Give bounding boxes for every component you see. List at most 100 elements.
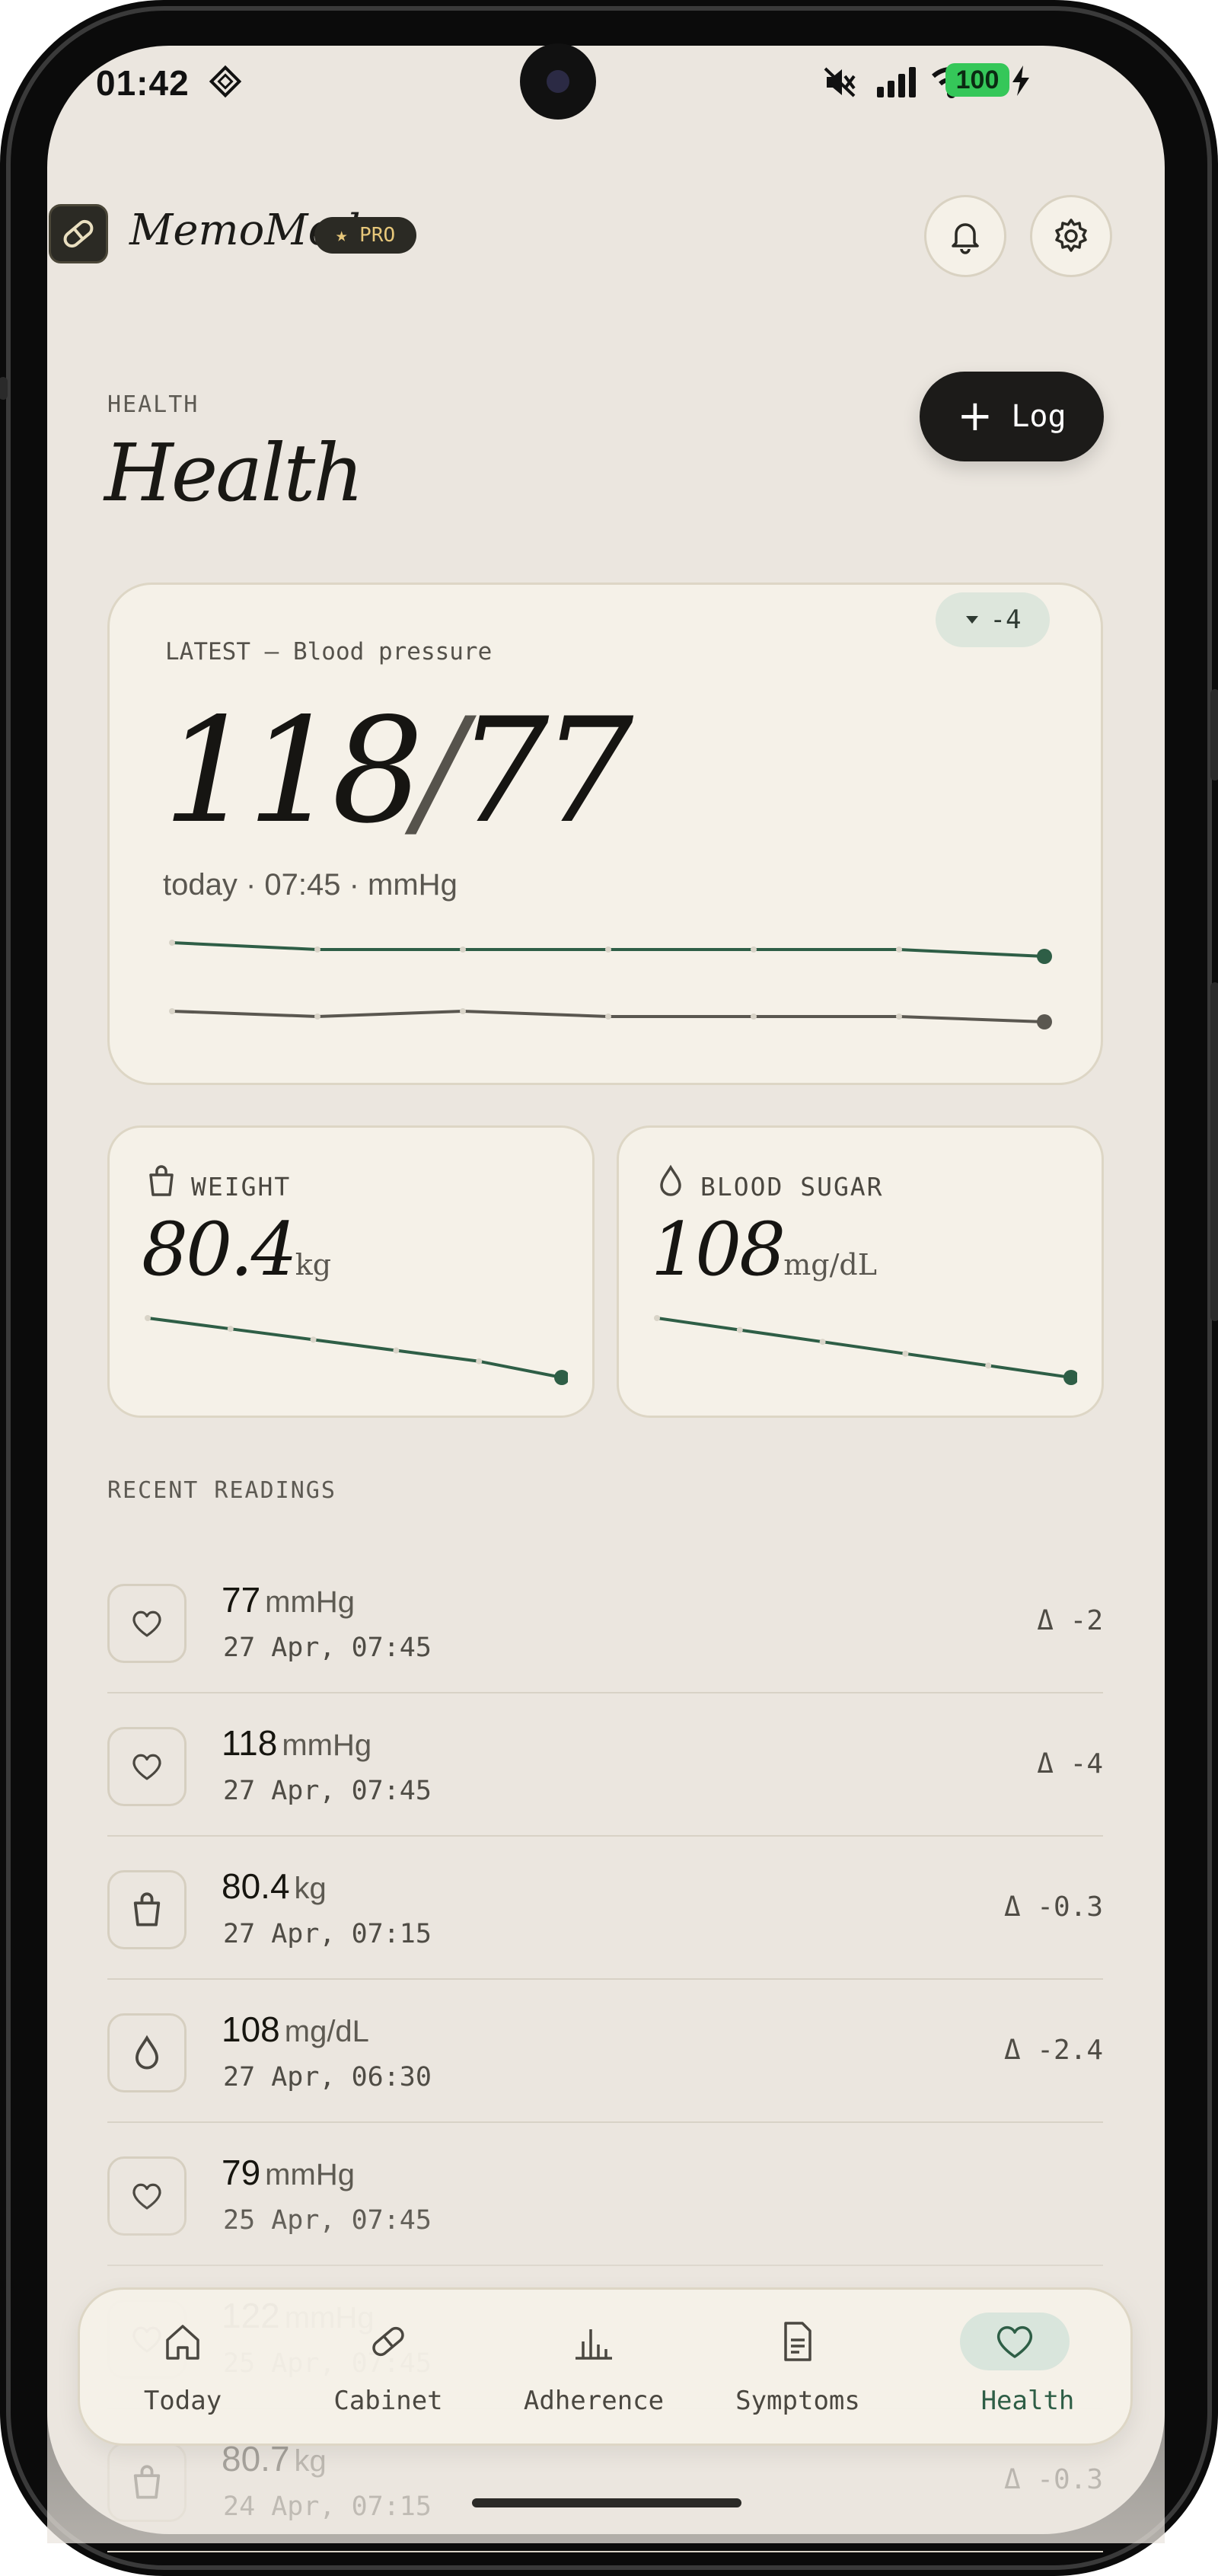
reading-icon-box xyxy=(107,1727,187,1806)
trend-point xyxy=(227,1326,234,1333)
weight-value: 80.4kg xyxy=(142,1213,331,1286)
trend-point xyxy=(476,1358,483,1365)
trend-point xyxy=(896,1013,902,1020)
weight-trend-chart xyxy=(145,1315,568,1385)
signal-icon xyxy=(877,67,916,97)
diastolic-value: 77 xyxy=(457,687,634,855)
drop-icon xyxy=(660,1164,681,1196)
reading-icon-box xyxy=(107,1870,187,1949)
systolic-value: 118 xyxy=(163,687,424,855)
reading-icon-box xyxy=(107,1584,187,1663)
action-button xyxy=(1210,689,1218,780)
heart-icon xyxy=(129,1748,165,1785)
log-label: Log xyxy=(1011,399,1067,434)
recent-heading: RECENT READINGS xyxy=(107,1477,336,1504)
trend-point xyxy=(393,1347,400,1354)
value-slash: / xyxy=(416,687,465,855)
reading-unit: mg/dL xyxy=(284,2015,369,2048)
trend-point xyxy=(985,1362,992,1369)
reading-time: 24 Apr, 07:15 xyxy=(223,2491,432,2522)
tab-label: Health xyxy=(980,2386,1075,2416)
notifications-button[interactable] xyxy=(924,195,1006,277)
diamond-icon xyxy=(209,65,242,98)
reading-unit: kg xyxy=(294,2444,327,2478)
drop-icon xyxy=(130,2035,164,2071)
reading-row[interactable]: 118 mmHg 27 Apr, 07:45 Δ -4 xyxy=(107,1693,1103,1837)
reading-value: 77 mmHg xyxy=(222,1579,355,1620)
trend-point xyxy=(605,1013,611,1020)
trend-point xyxy=(460,1008,466,1014)
sugar-value: 108mg/dL xyxy=(651,1213,877,1286)
trend-line xyxy=(656,1317,1072,1379)
latest-meta: today · 07:45 · mmHg xyxy=(163,868,458,902)
tab-symptoms[interactable]: Symptoms xyxy=(703,2290,893,2448)
page-eyebrow: HEALTH xyxy=(107,391,199,418)
reading-delta: Δ -0.3 xyxy=(1003,2464,1103,2495)
tab-health[interactable]: Health xyxy=(907,2290,1097,2448)
plus-icon: + xyxy=(957,391,993,441)
reading-row[interactable]: 77 mmHg 27 Apr, 07:45 Δ -2 xyxy=(107,1550,1103,1693)
scale-bag-icon xyxy=(130,1891,164,1928)
heart-icon xyxy=(129,2178,165,2214)
bar-chart-icon xyxy=(576,2329,612,2360)
reading-value: 118 mmHg xyxy=(222,1722,371,1764)
trend-point xyxy=(751,946,757,953)
gear-icon xyxy=(1055,219,1087,252)
settings-button[interactable] xyxy=(1030,195,1112,277)
reading-time: 27 Apr, 06:30 xyxy=(223,2062,432,2092)
bottom-tab-bar: Today Cabinet Adherence Symptoms Health xyxy=(78,2287,1133,2446)
trend-point xyxy=(654,1315,660,1321)
reading-time: 25 Apr, 07:45 xyxy=(223,2205,432,2236)
reading-delta: Δ -0.3 xyxy=(1003,1891,1103,1923)
reading-number: 118 xyxy=(222,1723,278,1763)
trend-point xyxy=(736,1326,743,1333)
app-logo xyxy=(49,204,108,263)
tab-cabinet[interactable]: Cabinet xyxy=(293,2290,483,2448)
trend-point xyxy=(169,940,175,946)
tab-adherence[interactable]: Adherence xyxy=(499,2290,689,2448)
reading-icon-box xyxy=(107,2013,187,2092)
weight-card[interactable]: WEIGHT 80.4kg xyxy=(107,1125,595,1418)
reading-row[interactable]: 79 mmHg 25 Apr, 07:45 xyxy=(107,2123,1103,2266)
pill-icon xyxy=(372,2326,404,2357)
weight-label: WEIGHT xyxy=(191,1172,292,1202)
home-indicator[interactable] xyxy=(472,2498,741,2507)
reading-unit: mmHg xyxy=(282,1729,372,1762)
mute-icon xyxy=(824,67,856,97)
latest-point xyxy=(1037,1014,1052,1029)
reading-value: 108 mg/dL xyxy=(222,2009,369,2050)
reading-unit: mmHg xyxy=(265,2158,355,2191)
reading-delta: Δ -4 xyxy=(1037,1748,1103,1780)
status-time: 01:42 xyxy=(96,63,190,103)
tab-label: Adherence xyxy=(523,2386,665,2416)
reading-row[interactable]: 80.4 kg 27 Apr, 07:15 Δ -0.3 xyxy=(107,1837,1103,1980)
pro-badge[interactable]: ★ PRO xyxy=(314,217,416,254)
star-icon: ★ xyxy=(335,224,348,247)
trend-point xyxy=(310,1336,317,1343)
reading-icon-box xyxy=(107,2443,187,2522)
blood-sugar-card[interactable]: BLOOD SUGAR 108mg/dL xyxy=(617,1125,1104,1418)
heart-icon xyxy=(996,2325,1033,2358)
reading-unit: mmHg xyxy=(265,1585,355,1619)
reading-row[interactable]: 108 mg/dL 27 Apr, 06:30 Δ -2.4 xyxy=(107,1980,1103,2123)
tab-label: Today xyxy=(143,2386,222,2416)
trend-line xyxy=(147,1317,563,1379)
scale-bag-icon xyxy=(130,2464,164,2501)
weight-unit: kg xyxy=(295,1248,332,1282)
log-button[interactable]: + Log xyxy=(920,372,1104,461)
page-title: Health xyxy=(104,426,364,519)
trend-point xyxy=(751,1013,757,1020)
delta-value: -4 xyxy=(990,605,1022,635)
home-icon xyxy=(166,2325,199,2360)
reading-delta: Δ -2 xyxy=(1037,1605,1103,1636)
caret-down-icon xyxy=(965,616,978,624)
latest-point xyxy=(1037,949,1052,964)
battery-indicator: 100 xyxy=(945,63,1009,97)
reading-icon-box xyxy=(107,2156,187,2236)
delta-badge: -4 xyxy=(936,592,1050,647)
trend-point xyxy=(145,1315,151,1321)
tab-today[interactable]: Today xyxy=(88,2290,278,2448)
latest-reading-card[interactable]: LATEST — Blood pressure 118/77 today · 0… xyxy=(107,583,1103,1085)
bp-trend-chart xyxy=(169,940,1052,1029)
trend-point xyxy=(314,1013,320,1020)
